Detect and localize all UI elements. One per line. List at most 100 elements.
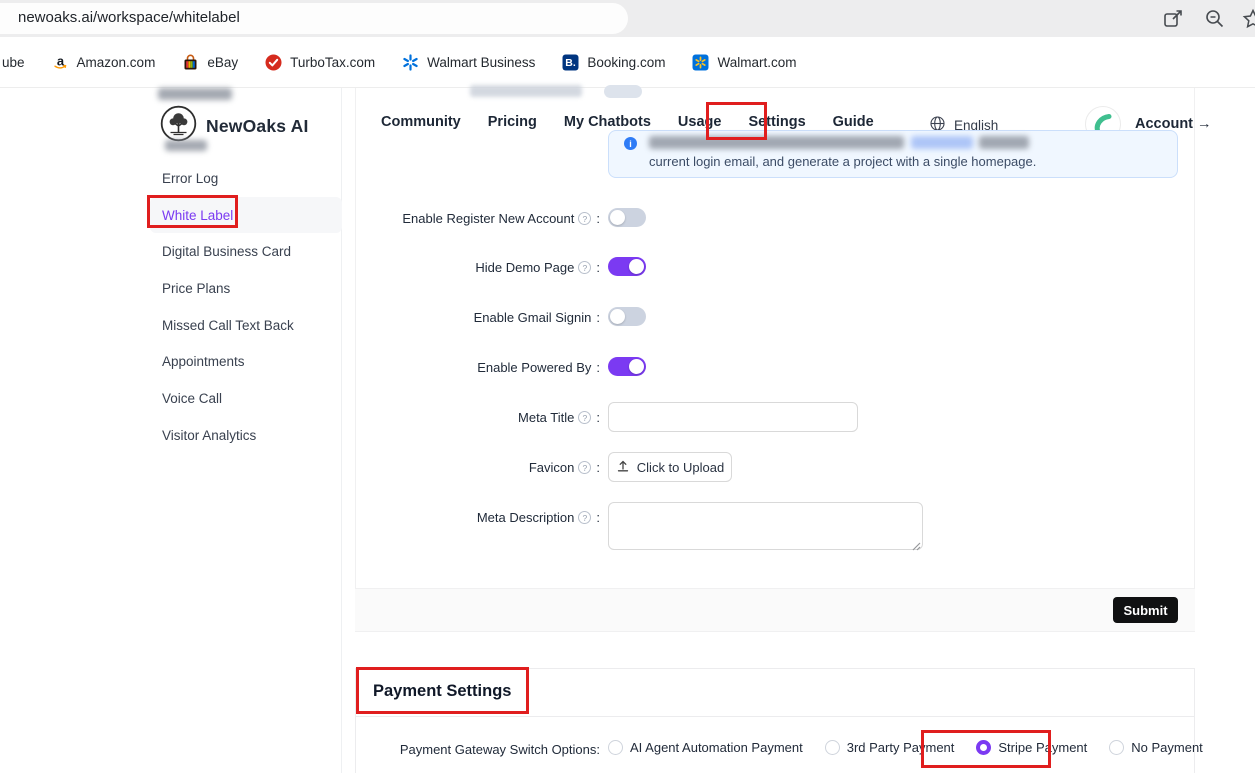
- field-label: Enable Gmail Signin: [474, 310, 592, 325]
- upload-icon: [616, 459, 630, 476]
- favicon-upload-button[interactable]: Click to Upload: [608, 452, 732, 482]
- bookmark-label: Walmart.com: [717, 55, 796, 70]
- colon: :: [596, 211, 600, 226]
- radio-label: AI Agent Automation Payment: [630, 740, 803, 755]
- radio-circle[interactable]: [1109, 740, 1124, 755]
- label-enable-powered-by: Enable Powered By :: [300, 358, 600, 377]
- walmart-square-icon: [692, 54, 709, 71]
- partial-toggle: [604, 85, 642, 98]
- sidebar: NewOaks AI Error Log White Label Digital…: [150, 88, 342, 773]
- bookmark-ebay[interactable]: eBay: [182, 54, 238, 71]
- colon: :: [596, 260, 600, 275]
- bookmark-turbotax[interactable]: TurboTax.com: [265, 54, 375, 71]
- nav-pricing[interactable]: Pricing: [488, 114, 537, 130]
- label-enable-gmail-signin: Enable Gmail Signin :: [300, 308, 600, 327]
- bookmark-booking[interactable]: B. Booking.com: [562, 54, 665, 71]
- ebay-bag-icon: [182, 54, 199, 71]
- meta-description-textarea[interactable]: [608, 502, 923, 550]
- bookmark-label: eBay: [207, 55, 238, 70]
- nav-settings[interactable]: Settings: [748, 114, 805, 130]
- sidebar-item-error-log[interactable]: Error Log: [150, 160, 342, 197]
- bookmark-amazon[interactable]: a Amazon.com: [52, 54, 156, 71]
- label-enable-register-new-account: Enable Register New Account ? :: [300, 209, 600, 228]
- svg-text:B.: B.: [566, 57, 577, 69]
- colon: :: [596, 510, 600, 525]
- radio-circle[interactable]: [976, 740, 991, 755]
- banner-text: current login email, and generate a proj…: [649, 154, 1036, 169]
- bookmark-youtube-truncated[interactable]: ube: [2, 55, 25, 70]
- help-icon[interactable]: ?: [578, 511, 591, 524]
- radio-ai-agent-automation-payment[interactable]: AI Agent Automation Payment: [608, 740, 803, 755]
- payment-settings-title: Payment Settings: [373, 682, 511, 701]
- url-text[interactable]: newoaks.ai/workspace/whitelabel: [18, 9, 240, 26]
- toggle-knob: [610, 309, 625, 324]
- bookmark-walmart-business[interactable]: Walmart Business: [402, 54, 535, 71]
- redacted-text: [165, 140, 207, 151]
- colon: :: [596, 742, 600, 757]
- toggle-knob: [629, 259, 644, 274]
- toggle-knob: [629, 359, 644, 374]
- toggle-knob: [610, 210, 625, 225]
- redacted-text: [649, 136, 904, 149]
- colon: :: [596, 360, 600, 375]
- colon: :: [596, 410, 600, 425]
- help-icon[interactable]: ?: [578, 461, 591, 474]
- meta-title-input[interactable]: [608, 402, 858, 432]
- label-favicon: Favicon ? :: [300, 458, 600, 477]
- app-nav: Community Pricing My Chatbots Usage Sett…: [381, 114, 874, 130]
- field-label: Hide Demo Page: [475, 260, 574, 275]
- radio-label: No Payment: [1131, 740, 1203, 755]
- radio-stripe-payment[interactable]: Stripe Payment: [976, 740, 1087, 755]
- toggle-enable-powered-by[interactable]: [608, 357, 646, 376]
- colon: :: [596, 460, 600, 475]
- bookmark-walmart[interactable]: Walmart.com: [692, 54, 796, 71]
- nav-my-chatbots[interactable]: My Chatbots: [564, 114, 651, 130]
- nav-usage[interactable]: Usage: [678, 114, 722, 130]
- radio-no-payment[interactable]: No Payment: [1109, 740, 1203, 755]
- submit-button[interactable]: Submit: [1113, 597, 1178, 623]
- radio-circle[interactable]: [608, 740, 623, 755]
- toggle-hide-demo-page[interactable]: [608, 257, 646, 276]
- toggle-enable-gmail-signin[interactable]: [608, 307, 646, 326]
- label-meta-title: Meta Title ? :: [300, 408, 600, 427]
- bookmarks-bar: ube a Amazon.com eBay: [0, 37, 1255, 88]
- amazon-icon: a: [52, 54, 69, 71]
- colon: :: [596, 310, 600, 325]
- bookmark-label: Booking.com: [587, 55, 665, 70]
- redacted-text: [158, 88, 232, 100]
- label-payment-gateway-switch-options: Payment Gateway Switch Options:: [300, 742, 600, 757]
- share-icon[interactable]: [1162, 8, 1184, 30]
- radio-3rd-party-payment[interactable]: 3rd Party Payment: [825, 740, 955, 755]
- divider: [355, 716, 1195, 717]
- favorite-star-icon[interactable]: [1242, 8, 1255, 30]
- help-icon[interactable]: ?: [578, 261, 591, 274]
- field-label: Meta Title: [518, 410, 574, 425]
- field-label: Favicon: [529, 460, 575, 475]
- help-icon[interactable]: ?: [578, 411, 591, 424]
- help-icon[interactable]: ?: [578, 212, 591, 225]
- booking-b-icon: B.: [562, 54, 579, 71]
- bookmark-label: Walmart Business: [427, 55, 535, 70]
- info-banner: i current login email, and generate a pr…: [608, 130, 1178, 178]
- bookmark-label: ube: [2, 55, 25, 70]
- bookmark-label: TurboTax.com: [290, 55, 375, 70]
- zoom-out-icon[interactable]: [1204, 8, 1226, 30]
- turbotax-check-icon: [265, 54, 282, 71]
- nav-community[interactable]: Community: [381, 114, 461, 130]
- field-label: Enable Powered By: [477, 360, 591, 375]
- payment-gateway-radio-group: AI Agent Automation Payment 3rd Party Pa…: [608, 740, 1203, 755]
- field-label: Enable Register New Account: [402, 211, 574, 226]
- nav-guide[interactable]: Guide: [833, 114, 874, 130]
- bookmark-label: Amazon.com: [77, 55, 156, 70]
- toggle-enable-register-new-account[interactable]: [608, 208, 646, 227]
- radio-circle[interactable]: [825, 740, 840, 755]
- info-icon: i: [624, 137, 637, 150]
- field-label: Meta Description: [477, 510, 575, 525]
- radio-label: Stripe Payment: [998, 740, 1087, 755]
- form-footer: [355, 588, 1195, 632]
- brand-name: NewOaks AI: [206, 116, 309, 137]
- redacted-text: [979, 136, 1029, 149]
- label-hide-demo-page: Hide Demo Page ? :: [300, 258, 600, 277]
- upload-label: Click to Upload: [637, 460, 724, 475]
- redacted-link: [911, 136, 973, 149]
